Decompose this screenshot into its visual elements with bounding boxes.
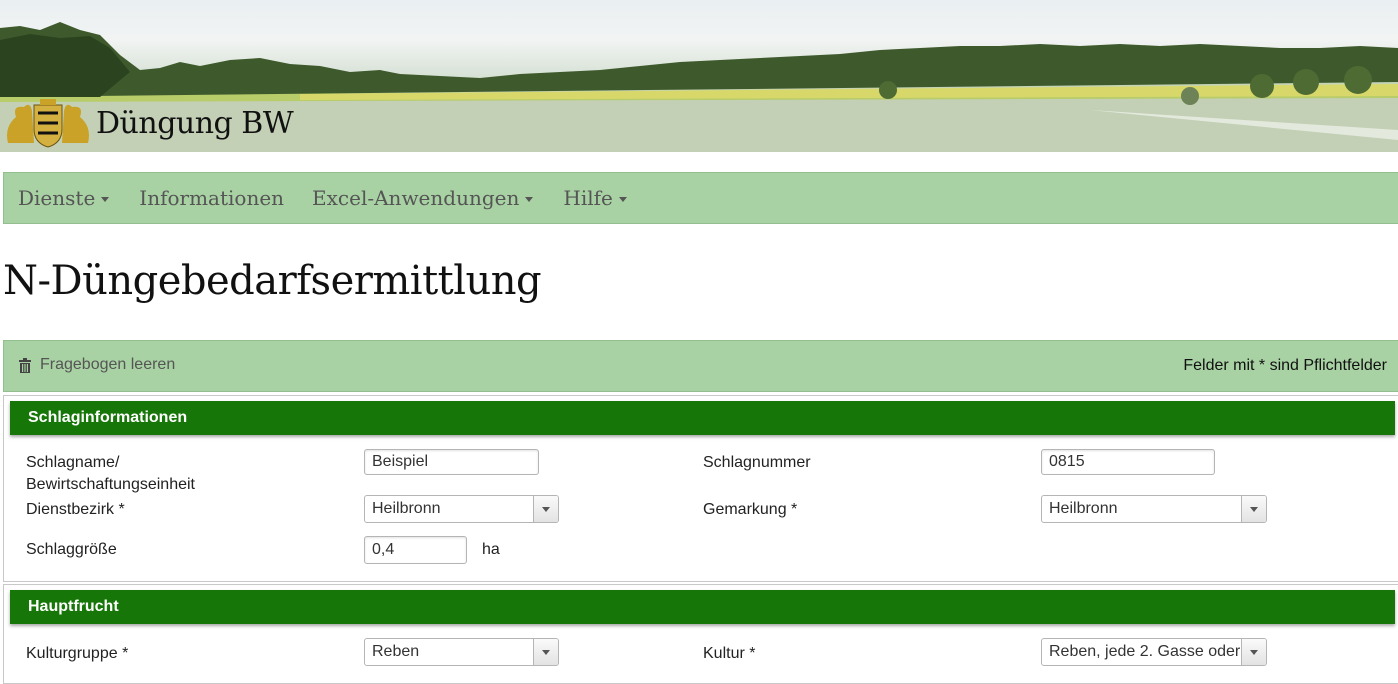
dienstbezirk-value: Heilbronn [372,500,441,517]
nav-informationen-label: Informationen [139,186,285,210]
kulturgruppe-value: Reben [372,643,420,660]
schlaggroesse-unit: ha [482,541,500,558]
schlagnummer-input[interactable] [1041,449,1215,475]
section-schlaginformationen: Schlaginformationen Schlagname/ Bewirtsc… [3,395,1398,582]
schlagname-input[interactable] [364,449,539,475]
nav-excel-label: Excel-Anwendungen [312,186,520,210]
section-header: Hauptfrucht [10,590,1395,624]
coat-of-arms-logo [7,99,89,148]
caret-down-icon [101,196,110,202]
caret-down-icon [618,196,627,202]
dropdown-arrow-icon[interactable] [1241,639,1266,665]
trash-icon [19,357,31,373]
nav-dienste-label: Dienste [18,186,96,210]
app-title: Düngung BW [96,105,294,141]
dropdown-arrow-icon[interactable] [1241,496,1266,522]
kultur-label: Kultur * [703,645,756,662]
gemarkung-select[interactable]: Heilbronn [1041,495,1267,523]
form-toolbar: Fragebogen leeren Felder mit * sind Pfli… [3,340,1398,392]
gemarkung-label: Gemarkung * [703,501,798,518]
section-header: Schlaginformationen [10,401,1395,435]
dienstbezirk-select[interactable]: Heilbronn [364,495,559,523]
schlaggroesse-label: Schlaggröße [26,541,117,558]
clear-form-label: Fragebogen leeren [40,356,176,373]
kulturgruppe-select[interactable]: Reben [364,638,559,666]
nav-informationen[interactable]: Informationen [139,186,284,210]
kultur-select[interactable]: Reben, jede 2. Gasse oder [1041,638,1267,666]
caret-down-icon [525,196,534,202]
dienstbezirk-label: Dienstbezirk * [26,501,125,518]
schlagnummer-label: Schlagnummer [703,454,811,471]
nav-excel-anwendungen[interactable]: Excel-Anwendungen [312,186,534,210]
kulturgruppe-label: Kulturgruppe * [26,645,129,662]
section-hauptfrucht: Hauptfrucht Kulturgruppe * Reben Kultur … [3,584,1398,684]
gemarkung-value: Heilbronn [1049,500,1118,517]
nav-dienste[interactable]: Dienste [18,186,110,210]
page-title: N-Düngebedarfsermittlung [3,258,542,304]
dropdown-arrow-icon[interactable] [533,639,558,665]
nav-hilfe-label: Hilfe [563,186,613,210]
header-banner: Düngung BW [0,0,1398,152]
nav-hilfe[interactable]: Hilfe [563,186,627,210]
required-fields-note: Felder mit * sind Pflichtfelder [1183,357,1387,374]
dropdown-arrow-icon[interactable] [533,496,558,522]
schlagname-label-line2: Bewirtschaftungseinheit [26,476,195,493]
schlagname-label-line1: Schlagname/ [26,454,120,471]
schlaggroesse-input[interactable] [364,536,467,564]
clear-form-button[interactable]: Fragebogen leeren [18,356,175,374]
schlagname-label: Schlagname/ Bewirtschaftungseinheit [26,452,195,496]
main-navbar: Dienste Informationen Excel-Anwendungen … [3,172,1398,224]
kultur-value: Reben, jede 2. Gasse oder [1049,643,1241,660]
